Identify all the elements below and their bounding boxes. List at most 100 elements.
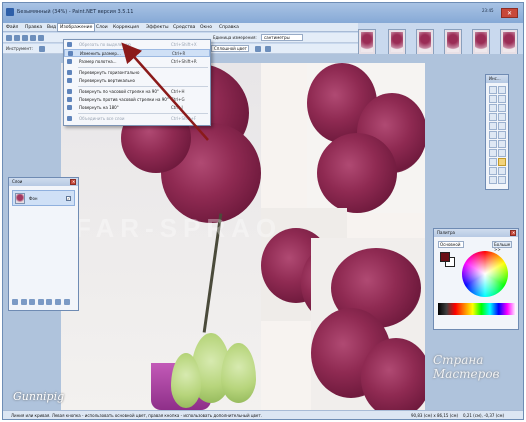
properties-icon[interactable]	[63, 299, 70, 305]
units-label: Единица измерения:	[213, 35, 257, 40]
image-thumbnail[interactable]	[358, 29, 376, 55]
tools-panel: Инс...	[485, 74, 509, 190]
merge-layer-icon[interactable]	[37, 299, 44, 305]
layers-panel-close-button[interactable]: ✕	[70, 179, 76, 185]
text-icon[interactable]	[489, 158, 497, 166]
menu-item-flip-vertical[interactable]: Перевернуть вертикально	[64, 77, 210, 85]
menu-item-crop[interactable]: Обрезать по выделению Ctrl+Shift+X	[64, 41, 210, 49]
menu-image[interactable]: Изображение	[57, 23, 96, 32]
menu-view[interactable]: Вид	[47, 25, 56, 30]
window-title: Безымянный (34%) - Paint.NET версия 3.5.…	[17, 9, 134, 15]
menu-help[interactable]: Справка	[219, 25, 239, 30]
window-close-button[interactable]: ✕	[501, 8, 518, 18]
menu-item-shortcut: Ctrl+R	[172, 51, 186, 56]
brush-width-icon[interactable]	[255, 46, 261, 52]
rounded-rectangle-icon[interactable]	[498, 167, 506, 175]
menu-item-label: Объединить все слои	[79, 116, 125, 121]
open-icon[interactable]	[14, 35, 20, 41]
title-bar: Безымянный (34%) - Paint.NET версия 3.5.…	[3, 3, 523, 23]
menu-item-label: Перевернуть горизонтально	[79, 70, 140, 75]
signature: Gunnipig	[13, 390, 65, 403]
tools-panel-title: Инс...	[486, 75, 508, 83]
palette-mode-select[interactable]: Основной	[438, 241, 464, 248]
app-window: Безымянный (34%) - Paint.NET версия 3.5.…	[2, 2, 524, 420]
status-cursor-position: 0,21 (см), -0,37 (см)	[463, 413, 505, 418]
move-down-icon[interactable]	[54, 299, 61, 305]
image-thumbnail[interactable]	[416, 29, 434, 55]
palette-more-button[interactable]: Больше >>	[492, 241, 512, 252]
menu-item-flip-horizontal[interactable]: Перевернуть горизонтально	[64, 69, 210, 77]
color-picker-icon[interactable]	[498, 140, 506, 148]
canvas-size-icon	[67, 59, 72, 64]
save-icon[interactable]	[22, 35, 28, 41]
zoom-icon[interactable]	[498, 104, 506, 112]
menu-item-label: Повернуть на 180°	[79, 105, 119, 110]
add-layer-icon[interactable]	[12, 299, 18, 305]
image-thumbnail[interactable]	[500, 29, 518, 55]
close-icon: ✕	[512, 230, 516, 235]
menu-item-label: Перевернуть вертикально	[79, 78, 135, 83]
menu-item-shortcut: Ctrl+H	[171, 89, 185, 94]
palette-panel-title: Палитра	[434, 229, 518, 237]
menu-window[interactable]: Окно	[200, 25, 212, 30]
paintbrush-icon[interactable]	[489, 131, 497, 139]
delete-layer-icon[interactable]	[20, 299, 27, 305]
menu-item-rotate-cw[interactable]: Повернуть по часовой стрелке на 90° Ctrl…	[64, 88, 210, 96]
move-icon[interactable]	[498, 86, 506, 94]
layers-panel-title: Слои	[9, 178, 78, 186]
move-selection-icon[interactable]	[498, 95, 506, 103]
new-icon[interactable]	[6, 35, 12, 41]
eraser-icon[interactable]	[498, 131, 506, 139]
menu-adjustments[interactable]: Коррекция	[113, 25, 139, 30]
units-select[interactable]: сантиметры	[261, 34, 303, 41]
pencil-icon[interactable]	[489, 140, 497, 148]
primary-color-swatch[interactable]	[440, 252, 450, 262]
menu-file[interactable]: Файл	[6, 25, 18, 30]
print-icon[interactable]	[30, 35, 36, 41]
menu-item-rotate-ccw[interactable]: Повернуть против часовой стрелки на 90° …	[64, 96, 210, 104]
gradient-icon[interactable]	[498, 122, 506, 130]
paint-bucket-icon[interactable]	[489, 122, 497, 130]
rotate-180-icon	[67, 105, 72, 110]
layer-visibility-checkbox[interactable]: ✓	[66, 196, 71, 201]
fill-select[interactable]: Сплошной цвет	[211, 45, 249, 52]
menu-layers[interactable]: Слои	[96, 25, 108, 30]
recolor-icon[interactable]	[498, 149, 506, 157]
ellipse-select-icon[interactable]	[489, 104, 497, 112]
menu-item-label: Повернуть по часовой стрелке на 90°	[79, 89, 159, 94]
line-tool-icon[interactable]	[39, 46, 45, 52]
magic-wand-icon[interactable]	[489, 113, 497, 121]
move-up-icon[interactable]	[46, 299, 53, 305]
rotate-ccw-icon	[67, 97, 72, 102]
site-watermark: Страна Мастеров	[433, 353, 500, 381]
palette-panel-close-button[interactable]: ✕	[510, 230, 516, 236]
rectangle-icon[interactable]	[489, 167, 497, 175]
ellipse-icon[interactable]	[489, 176, 497, 184]
layer-row[interactable]: Фон ✓	[12, 190, 75, 206]
menu-item-shortcut: Ctrl+Shift+F	[171, 116, 197, 121]
cut-icon[interactable]	[38, 35, 44, 41]
line-curve-icon[interactable]	[498, 158, 506, 166]
menu-item-resize[interactable]: Изменить размер... Ctrl+R	[64, 49, 210, 57]
image-thumbnail[interactable]	[388, 29, 406, 55]
image-thumbnail[interactable]	[472, 29, 490, 55]
layers-panel: Слои ✕ Фон ✓	[8, 177, 79, 311]
menu-item-rotate-180[interactable]: Повернуть на 180° Ctrl+J	[64, 104, 210, 112]
menu-utilities[interactable]: Средства	[173, 25, 195, 30]
clone-stamp-icon[interactable]	[489, 149, 497, 157]
antialias-icon[interactable]	[265, 46, 271, 52]
image-thumbnail[interactable]	[444, 29, 462, 55]
lasso-icon[interactable]	[489, 95, 497, 103]
menu-item-flatten[interactable]: Объединить все слои Ctrl+Shift+F	[64, 115, 210, 123]
menu-item-shortcut: Ctrl+Shift+R	[171, 59, 197, 64]
menu-effects[interactable]: Эффекты	[146, 25, 169, 30]
menu-item-canvas-size[interactable]: Размер полотна... Ctrl+Shift+R	[64, 58, 210, 66]
rotate-cw-icon	[67, 89, 72, 94]
pan-icon[interactable]	[498, 113, 506, 121]
color-wheel[interactable]	[462, 251, 508, 297]
palette-swatches[interactable]	[438, 303, 516, 315]
freeform-shape-icon[interactable]	[498, 176, 506, 184]
duplicate-layer-icon[interactable]	[29, 299, 36, 305]
rectangle-select-icon[interactable]	[489, 86, 497, 94]
menu-edit[interactable]: Правка	[25, 25, 42, 30]
